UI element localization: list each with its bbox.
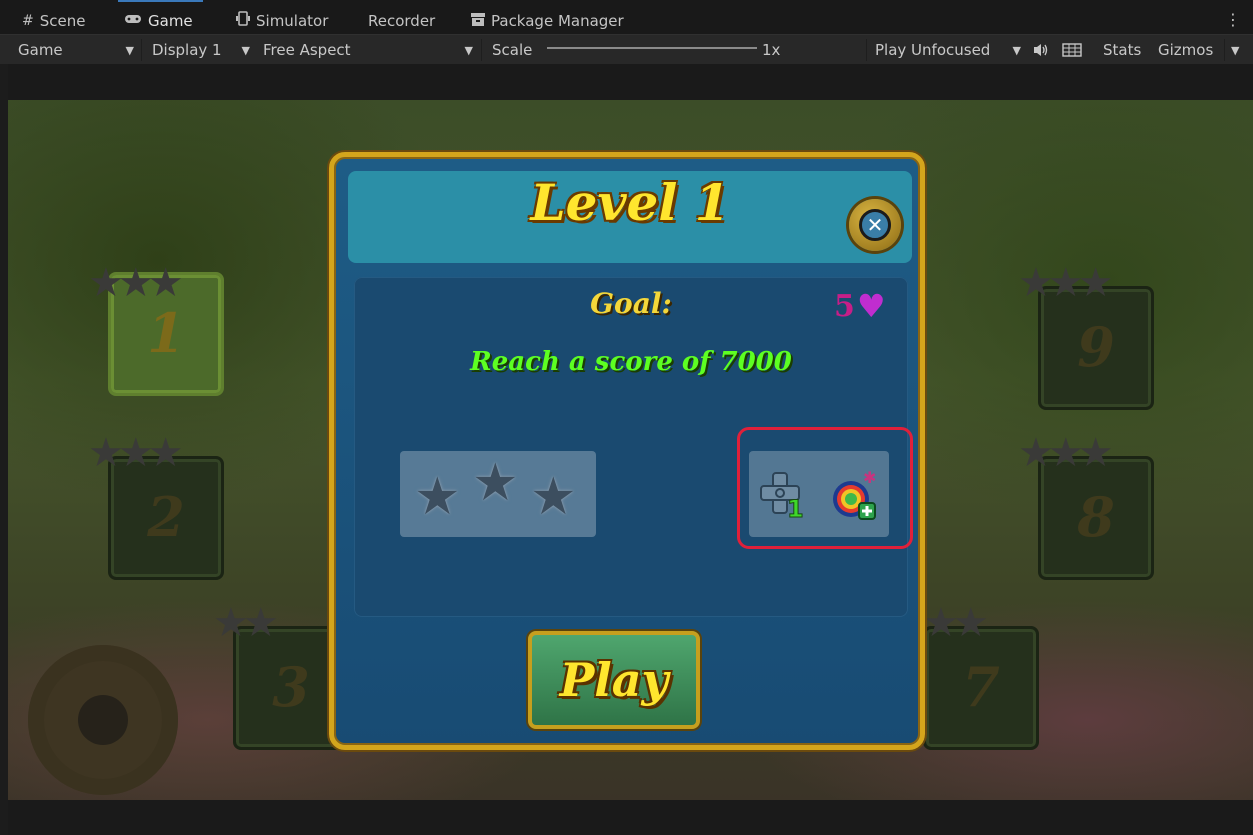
- chevron-down-icon: ▼: [464, 43, 473, 57]
- gizmos-button[interactable]: Gizmos: [1158, 35, 1213, 65]
- level-stars: ★★★: [88, 430, 184, 476]
- stats-button[interactable]: Stats: [1103, 35, 1141, 65]
- level-stars: ★★: [923, 600, 989, 646]
- level-number: 7: [962, 655, 1000, 719]
- goal-panel: Goal: 5 ♥ Reach a score of 7000 ★ ★ ★ 1: [354, 277, 913, 617]
- lives-counter: 5 ♥: [834, 287, 886, 325]
- chevron-down-icon: ▼: [1012, 43, 1021, 57]
- chevron-down-icon: ▼: [125, 43, 134, 57]
- lives-count: 5: [834, 288, 855, 324]
- more-options-icon[interactable]: ⋮: [1225, 10, 1241, 29]
- chevron-down-icon: ▼: [241, 43, 250, 57]
- tab-simulator[interactable]: Simulator: [236, 8, 328, 34]
- tab-package-manager[interactable]: Package Manager: [471, 8, 624, 34]
- close-button[interactable]: ✕: [849, 199, 901, 251]
- scale-label: Scale: [492, 41, 533, 59]
- booster-highlight-box: [737, 427, 913, 549]
- level-number: 1: [147, 301, 185, 365]
- toolbar-divider: [141, 39, 142, 61]
- device-icon: [236, 11, 250, 31]
- letterbox: [8, 800, 1253, 835]
- view-select-value: Game: [18, 41, 63, 59]
- game-view-toolbar: Game ▼ Display 1 ▼ Free Aspect ▼ Scale 1…: [0, 34, 1253, 65]
- star-icon: ★: [472, 453, 519, 513]
- aspect-select-value: Free Aspect: [263, 41, 351, 59]
- goal-label: Goal:: [590, 287, 672, 320]
- toolbar-divider: [481, 39, 482, 61]
- level-start-popup: Level 1 ✕ Goal: 5 ♥ Reach a score of 700…: [329, 152, 925, 750]
- play-button[interactable]: Play: [528, 631, 700, 729]
- level-number: 2: [147, 485, 185, 549]
- close-icon: ✕: [859, 209, 891, 241]
- play-button-label: Play: [559, 653, 669, 707]
- play-mode-dropdown[interactable]: Play Unfocused ▼: [875, 35, 1021, 65]
- scale-value: 1x: [762, 41, 781, 59]
- tab-label: Recorder: [368, 12, 436, 30]
- level-stars: ★★★: [88, 260, 184, 306]
- level-stars: ★★★: [1018, 260, 1114, 306]
- level-stars: ★★★: [1018, 430, 1114, 476]
- level-number: 8: [1077, 485, 1115, 549]
- mute-audio-icon[interactable]: [1033, 35, 1049, 65]
- scene-grid-icon: #: [22, 13, 34, 29]
- tab-recorder[interactable]: Recorder: [368, 8, 435, 34]
- tab-label: Simulator: [256, 12, 329, 30]
- settings-gear-icon: [28, 645, 178, 795]
- star-icon: ★: [530, 467, 577, 527]
- tab-label: Package Manager: [491, 12, 624, 30]
- star-rating: ★ ★ ★: [400, 451, 596, 537]
- gizmos-dropdown[interactable]: ▼: [1231, 35, 1239, 65]
- popup-header: Level 1 ✕: [348, 171, 912, 263]
- display-select-dropdown[interactable]: Display 1 ▼: [152, 35, 250, 65]
- tab-label: Scene: [39, 12, 86, 30]
- scale-slider[interactable]: [547, 47, 757, 49]
- display-select-value: Display 1: [152, 41, 222, 59]
- popup-title: Level 1: [530, 173, 730, 232]
- heart-icon: ♥: [856, 287, 886, 325]
- gamepad-icon: [124, 13, 142, 29]
- level-number: 9: [1077, 315, 1115, 379]
- chevron-down-icon: ▼: [1231, 43, 1240, 57]
- toolbar-divider: [1224, 39, 1225, 61]
- tab-game[interactable]: Game: [118, 0, 203, 34]
- star-icon: ★: [414, 467, 461, 527]
- aspect-select-dropdown[interactable]: Free Aspect ▼: [263, 35, 473, 65]
- package-icon: [471, 12, 485, 30]
- goal-description: Reach a score of 7000: [470, 347, 792, 377]
- letterbox: [8, 64, 1253, 100]
- tab-scene[interactable]: # Scene: [22, 8, 85, 34]
- toolbar-divider: [866, 39, 867, 61]
- level-stars: ★★: [213, 600, 279, 646]
- play-mode-value: Play Unfocused: [875, 41, 991, 59]
- view-select-dropdown[interactable]: Game ▼: [18, 35, 134, 65]
- editor-tab-bar: # Scene Game Simulator Recorder Package …: [0, 0, 1253, 34]
- keyboard-shortcuts-icon[interactable]: [1062, 35, 1082, 65]
- tab-label: Game: [148, 12, 193, 30]
